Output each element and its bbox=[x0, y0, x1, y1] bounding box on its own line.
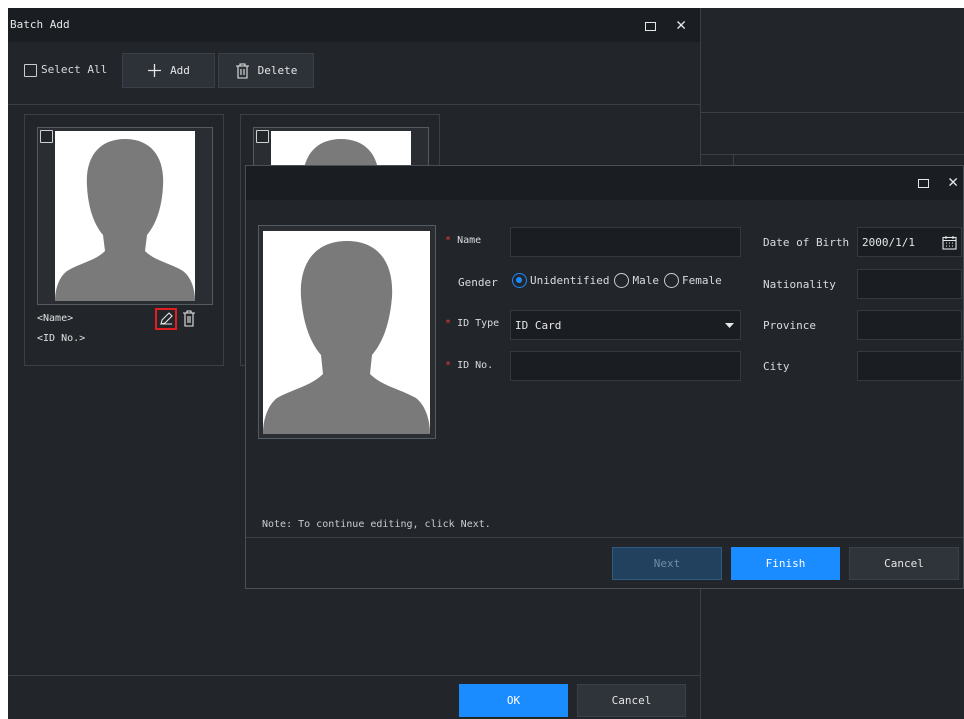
id-type-label: * ID Type bbox=[445, 318, 500, 329]
name-input[interactable] bbox=[510, 227, 741, 257]
city-label: City bbox=[763, 360, 790, 373]
background-divider bbox=[700, 112, 964, 113]
required-mark: * bbox=[445, 235, 452, 246]
dob-input[interactable]: 2000/1/1 bbox=[857, 227, 962, 257]
add-button[interactable]: Add bbox=[122, 53, 215, 88]
select-all-checkbox[interactable] bbox=[24, 64, 37, 77]
footer-divider bbox=[8, 675, 700, 676]
maximize-icon[interactable] bbox=[645, 22, 656, 31]
required-mark: * bbox=[445, 318, 452, 329]
radio-unidentified-label[interactable]: Unidentified bbox=[530, 274, 609, 287]
card-name: <Name> bbox=[37, 313, 74, 324]
card-checkbox[interactable] bbox=[256, 130, 269, 143]
background-divider bbox=[700, 154, 964, 155]
photo-frame bbox=[37, 127, 213, 305]
window-title: Batch Add bbox=[10, 18, 70, 31]
edit-dialog-titlebar: ✕ bbox=[246, 166, 963, 200]
maximize-icon[interactable] bbox=[918, 179, 929, 188]
radio-male-label[interactable]: Male bbox=[632, 274, 659, 287]
id-no-input[interactable] bbox=[510, 351, 741, 381]
dialog-footer-divider bbox=[246, 537, 963, 538]
chevron-down-icon bbox=[725, 323, 734, 328]
province-label: Province bbox=[763, 319, 816, 332]
delete-button-label: Delete bbox=[257, 64, 298, 77]
person-photo bbox=[55, 131, 195, 301]
person-photo[interactable] bbox=[263, 231, 430, 434]
delete-button[interactable]: Delete bbox=[218, 53, 314, 88]
radio-male[interactable] bbox=[614, 273, 630, 288]
card-id: <ID No.> bbox=[37, 333, 86, 344]
id-type-select[interactable]: ID Card bbox=[510, 310, 741, 340]
silhouette-image bbox=[55, 139, 195, 301]
id-no-label: * ID No. bbox=[445, 360, 494, 371]
id-type-value: ID Card bbox=[515, 318, 562, 332]
pencil-icon bbox=[160, 312, 173, 325]
dob-value: 2000/1/1 bbox=[862, 235, 915, 249]
gender-label: Gender bbox=[458, 276, 498, 289]
nationality-input[interactable] bbox=[857, 269, 962, 299]
next-button[interactable]: Next bbox=[612, 547, 722, 580]
toolbar-divider bbox=[8, 104, 700, 105]
gender-radio-group: Unidentified Male Female bbox=[512, 273, 722, 288]
trash-icon[interactable] bbox=[182, 310, 196, 327]
province-input[interactable] bbox=[857, 310, 962, 340]
select-all-label[interactable]: Select All bbox=[41, 63, 107, 76]
dialog-cancel-button[interactable]: Cancel bbox=[849, 547, 959, 580]
name-label: * Name bbox=[445, 235, 482, 246]
radio-female-label[interactable]: Female bbox=[682, 274, 722, 287]
cancel-button[interactable]: Cancel bbox=[577, 684, 686, 717]
edit-person-dialog: ✕ * Name Gender Unidentified Male Female… bbox=[245, 165, 964, 589]
nationality-label: Nationality bbox=[763, 278, 836, 291]
calendar-icon[interactable] bbox=[942, 235, 957, 250]
trash-icon bbox=[235, 62, 249, 79]
city-input[interactable] bbox=[857, 351, 962, 381]
finish-button[interactable]: Finish bbox=[731, 547, 840, 580]
edit-note: Note: To continue editing, click Next. bbox=[262, 519, 491, 530]
close-icon[interactable]: ✕ bbox=[676, 17, 686, 34]
person-card: <Name> <ID No.> bbox=[24, 114, 224, 366]
silhouette-image bbox=[263, 241, 430, 434]
photo-frame bbox=[258, 225, 436, 439]
plus-icon bbox=[148, 64, 162, 77]
required-mark: * bbox=[445, 360, 452, 371]
radio-female[interactable] bbox=[663, 273, 679, 288]
add-button-label: Add bbox=[170, 64, 190, 77]
ok-button[interactable]: OK bbox=[459, 684, 568, 717]
batch-add-titlebar: Batch Add ✕ bbox=[8, 8, 700, 42]
dob-label: Date of Birth bbox=[763, 236, 850, 249]
edit-button[interactable] bbox=[155, 308, 177, 330]
card-checkbox[interactable] bbox=[40, 130, 53, 143]
close-icon[interactable]: ✕ bbox=[948, 174, 958, 191]
radio-unidentified[interactable] bbox=[512, 273, 527, 288]
